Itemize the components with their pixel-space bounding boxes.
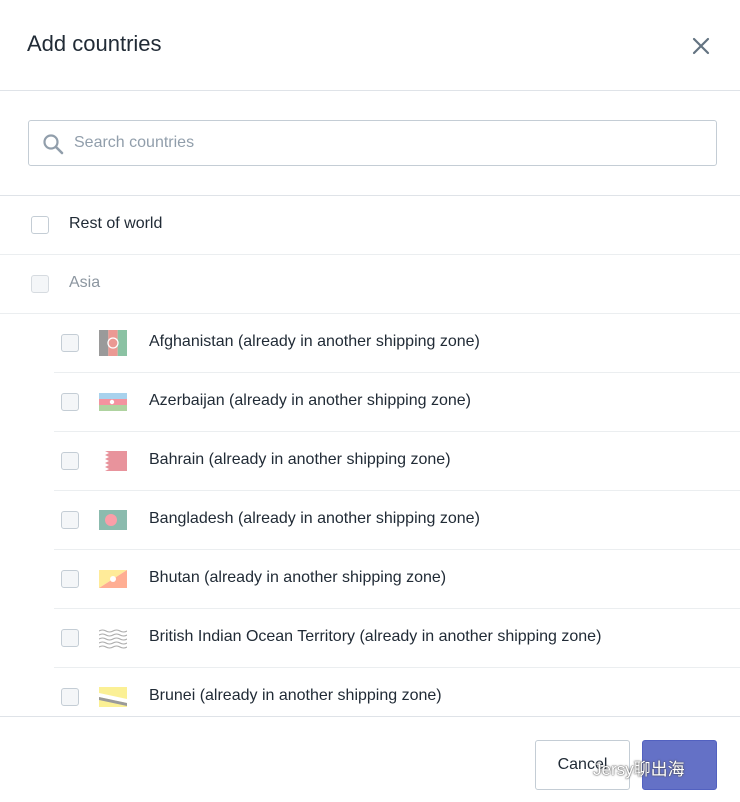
list-item-country: Bhutan (already in another shipping zone… [54, 550, 740, 609]
country-label: Afghanistan (already in another shipping… [149, 333, 480, 350]
list-item-country: British Indian Ocean Territory (already … [54, 609, 740, 668]
close-icon [692, 37, 710, 55]
country-label: Azerbaijan (already in another shipping … [149, 392, 471, 409]
search-box[interactable] [28, 120, 717, 166]
list-item-country: Bahrain (already in another shipping zon… [54, 432, 740, 491]
country-label: Bahrain (already in another shipping zon… [149, 451, 451, 468]
dialog-header: Add countries [0, 0, 740, 91]
flag-brunei-icon [99, 687, 127, 707]
country-checkbox [61, 688, 79, 706]
list-item-country: Brunei (already in another shipping zone… [54, 668, 740, 716]
dialog-title: Add countries [27, 31, 162, 56]
list-item-group-asia: Asia [0, 255, 740, 314]
country-checkbox [61, 570, 79, 588]
flag-afghanistan-icon [99, 330, 127, 356]
rest-of-world-label: Rest of world [69, 215, 163, 232]
country-label: Bhutan (already in another shipping zone… [149, 569, 447, 586]
list-item-country: Afghanistan (already in another shipping… [54, 314, 740, 373]
country-checkbox [61, 393, 79, 411]
country-checkbox [61, 511, 79, 529]
country-checkbox [61, 452, 79, 470]
search-section [0, 91, 740, 196]
flag-bangladesh-icon [99, 510, 127, 530]
search-icon [43, 134, 64, 155]
checkbox-asia [31, 275, 49, 293]
watermark: Jersy聊出海 [593, 760, 685, 779]
country-checkbox [61, 629, 79, 647]
list-item-country: Azerbaijan (already in another shipping … [54, 373, 740, 432]
group-label: Asia [69, 274, 101, 291]
close-button[interactable] [688, 33, 714, 59]
flag-azerbaijan-icon [99, 393, 127, 411]
list-item-rest-of-world[interactable]: Rest of world [0, 196, 740, 255]
checkbox-rest-of-world[interactable] [31, 216, 49, 234]
flag-british-indian-ocean-territory-icon [99, 628, 127, 649]
flag-bahrain-icon [105, 451, 127, 471]
flag-bhutan-icon [99, 570, 127, 588]
country-label: Brunei (already in another shipping zone… [149, 687, 442, 704]
search-input[interactable] [74, 122, 704, 164]
country-label: Bangladesh (already in another shipping … [149, 510, 480, 527]
list-item-country: Bangladesh (already in another shipping … [54, 491, 740, 550]
country-label: British Indian Ocean Territory (already … [149, 628, 602, 645]
country-list: Rest of world Asia Afghanistan (already … [0, 196, 740, 716]
country-checkbox [61, 334, 79, 352]
